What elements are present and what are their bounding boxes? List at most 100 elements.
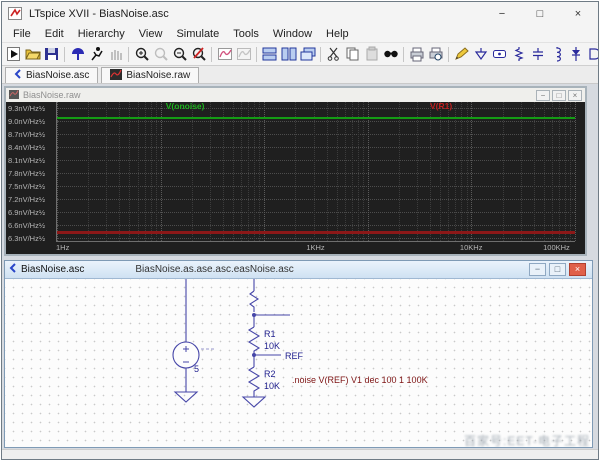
r1-value-label[interactable]: 10K (264, 341, 280, 351)
r2-name-label[interactable]: R2 (264, 369, 276, 379)
plot-grid[interactable]: V(onoise) V(R1) (56, 102, 575, 242)
waveform-minimize-button[interactable]: − (536, 90, 550, 101)
x-axis-label: 1Hz (56, 243, 69, 252)
waveform-plot[interactable]: 9.3nV/Hz½9.0nV/Hz½8.7nV/Hz½8.4nV/Hz½8.1n… (6, 102, 585, 254)
y-axis-label: 8.1nV/Hz½ (8, 155, 45, 166)
ground-symbol[interactable] (175, 392, 197, 402)
cascade-windows-icon[interactable] (298, 45, 317, 63)
trace-label[interactable]: V(onoise) (166, 102, 205, 111)
gridline-v-minor (156, 102, 157, 241)
halt-icon[interactable] (106, 45, 125, 63)
gridline-v-minor (544, 102, 545, 241)
maximize-button[interactable]: □ (532, 8, 548, 20)
r1-name-label[interactable]: R1 (264, 329, 276, 339)
schematic-canvas[interactable]: 5 R1 10K REF R2 10K .noise V(REF) V1 dec… (5, 279, 592, 447)
gridline-v-minor (233, 102, 234, 241)
capacitor-icon[interactable] (528, 45, 547, 63)
zoom-full-extents-icon[interactable] (189, 45, 208, 63)
resistor-r2-symbol[interactable] (249, 367, 259, 397)
zoom-in-icon[interactable] (132, 45, 151, 63)
print-preview-icon[interactable] (426, 45, 445, 63)
menu-tools[interactable]: Tools (226, 28, 266, 40)
resistor-r1-symbol[interactable] (249, 327, 259, 355)
watermark: 百家号:EET-电子工程 (464, 432, 590, 449)
y-axis-label: 7.8nV/Hz½ (8, 168, 45, 179)
diode-icon[interactable] (566, 45, 585, 63)
x-axis-label: 1KHz (306, 243, 324, 252)
y-axis-label: 6.3nV/Hz½ (8, 233, 45, 244)
plot-settings-icon[interactable] (234, 45, 253, 63)
gridline-v-minor (461, 102, 462, 241)
waveform-window-titlebar[interactable]: BiasNoise.raw − □ × (6, 88, 585, 102)
gridline-v-minor (145, 102, 146, 241)
tile-vertical-icon[interactable] (279, 45, 298, 63)
ground-icon[interactable] (471, 45, 490, 63)
edit-icon[interactable] (452, 45, 471, 63)
toolbar (2, 43, 598, 66)
find-icon[interactable] (381, 45, 400, 63)
raw-file-icon (110, 69, 122, 83)
open-icon[interactable] (23, 45, 42, 63)
schematic-window-titlebar[interactable]: BiasNoise.asc BiasNoise.as.ase.asc.easNo… (5, 261, 592, 279)
menu-simulate[interactable]: Simulate (169, 28, 226, 40)
copy-icon[interactable] (343, 45, 362, 63)
ground-symbol[interactable] (243, 397, 265, 407)
resistor-symbol-top[interactable] (250, 291, 258, 312)
toolbar-separator (256, 47, 257, 62)
toolbar-separator (211, 47, 212, 62)
mdi-area: BiasNoise.raw − □ × 9.3nV/Hz½9.0nV/Hz½8.… (2, 84, 598, 449)
component-icon[interactable] (585, 45, 598, 63)
paste-icon[interactable] (362, 45, 381, 63)
gridline-v-minor (448, 102, 449, 241)
tile-horizontal-icon[interactable] (260, 45, 279, 63)
close-button[interactable]: × (570, 8, 586, 20)
y-axis-label: 6.9nV/Hz½ (8, 207, 45, 218)
run-simulation-icon[interactable] (87, 45, 106, 63)
zoom-out-icon[interactable] (170, 45, 189, 63)
gridline-v-minor (248, 102, 249, 241)
net-label-ref[interactable]: REF (285, 351, 304, 361)
schematic-drawing: 5 R1 10K REF R2 10K .noise V(REF) V1 dec… (5, 279, 592, 447)
gridline-v-minor (254, 102, 255, 241)
title-bar[interactable]: LTspice XVII - BiasNoise.asc − □ × (2, 2, 598, 26)
schematic-maximize-button[interactable]: □ (549, 263, 566, 276)
resistor-icon[interactable] (509, 45, 528, 63)
r2-value-label[interactable]: 10K (264, 381, 280, 391)
cut-icon[interactable] (324, 45, 343, 63)
zoom-back-icon[interactable] (151, 45, 170, 63)
source-value-label[interactable]: 5 (194, 364, 199, 374)
label-net-icon[interactable] (490, 45, 509, 63)
schematic-close-button[interactable]: × (569, 263, 586, 276)
save-icon[interactable] (42, 45, 61, 63)
autorange-y-icon[interactable] (215, 45, 234, 63)
run-icon[interactable] (4, 45, 23, 63)
minimize-button[interactable]: − (494, 8, 510, 20)
menu-edit[interactable]: Edit (38, 28, 71, 40)
waveform-close-button[interactable]: × (568, 90, 582, 101)
spice-directive[interactable]: .noise V(REF) V1 dec 100 1 100K (292, 375, 428, 385)
waveform-maximize-button[interactable]: □ (552, 90, 566, 101)
control-panel-icon[interactable] (68, 45, 87, 63)
waveform-window: BiasNoise.raw − □ × 9.3nV/Hz½9.0nV/Hz½8.… (4, 86, 587, 256)
gridline-v-minor (138, 102, 139, 241)
schematic-minimize-button[interactable]: − (529, 263, 546, 276)
tab-biasnoise-asc[interactable]: BiasNoise.asc (5, 67, 98, 83)
gridline-v-minor (223, 102, 224, 241)
gridline-v-minor (430, 102, 431, 241)
gridline-v-minor (295, 102, 296, 241)
tab-biasnoise-raw[interactable]: BiasNoise.raw (101, 67, 199, 83)
gridline-v-minor (345, 102, 346, 241)
gridline-h (57, 199, 575, 200)
menu-file[interactable]: File (6, 28, 38, 40)
menu-hierarchy[interactable]: Hierarchy (71, 28, 132, 40)
gridline-h (57, 238, 575, 239)
inductor-icon[interactable] (547, 45, 566, 63)
menu-view[interactable]: View (132, 28, 170, 40)
toolbar-separator (128, 47, 129, 62)
schematic-window-tab[interactable]: BiasNoise.asc (9, 263, 84, 276)
menu-window[interactable]: Window (266, 28, 319, 40)
menu-help[interactable]: Help (319, 28, 356, 40)
gridline-v-minor (440, 102, 441, 241)
trace-label[interactable]: V(R1) (430, 102, 452, 111)
print-icon[interactable] (407, 45, 426, 63)
